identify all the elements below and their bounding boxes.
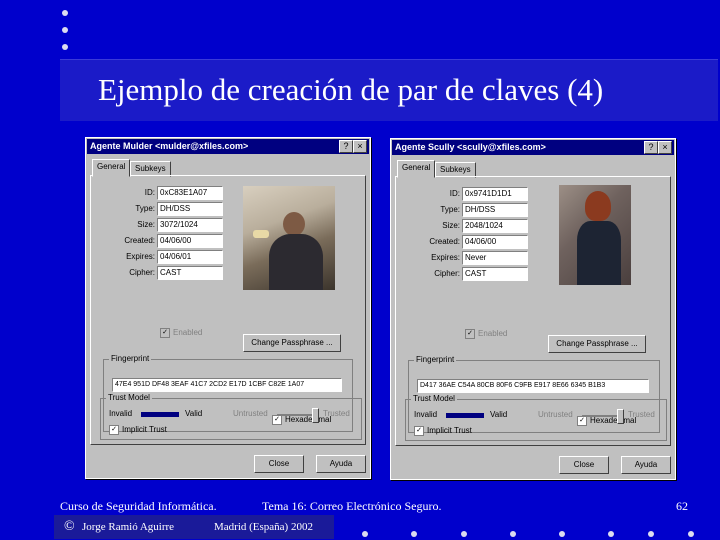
footer-dot: [411, 531, 417, 537]
footer-dot: [688, 531, 694, 537]
close-button[interactable]: Close: [254, 455, 304, 473]
photo-hair: [585, 191, 611, 221]
created-field: 04/06/00: [157, 234, 223, 248]
copyright-icon: ©: [64, 519, 75, 534]
created-label: Created:: [124, 236, 155, 245]
cipher-label: Cipher:: [434, 269, 460, 278]
valid-label: Valid: [185, 409, 203, 418]
footer-dot: [510, 531, 516, 537]
size-label: Size:: [442, 221, 460, 230]
trusted-label: Trusted: [323, 409, 350, 418]
photo-figure-body: [269, 234, 323, 290]
change-passphrase-button[interactable]: Change Passphrase ...: [243, 334, 341, 352]
footer-dot: [362, 531, 368, 537]
trust-slider-track: [277, 414, 317, 416]
bullet-dot: [62, 27, 68, 33]
untrusted-label: Untrusted: [538, 410, 573, 419]
trust-model-group: Trust Model Invalid Valid Untrusted Trus…: [405, 394, 667, 441]
implicit-trust-label: Implicit Trust: [427, 426, 472, 435]
fingerprint-label: Fingerprint: [109, 354, 152, 363]
id-label: ID:: [449, 189, 460, 198]
trusted-label: Trusted: [628, 410, 655, 419]
created-field: 04/06/00: [462, 235, 528, 249]
implicit-trust-checkbox[interactable]: ✓: [414, 426, 424, 436]
footer-dot: [461, 531, 467, 537]
enabled-label: Enabled: [478, 329, 508, 338]
cipher-field: CAST: [462, 267, 528, 281]
expires-field: Never: [462, 251, 528, 265]
footer-topic: Tema 16: Correo Electrónico Seguro.: [262, 499, 442, 513]
help-title-button[interactable]: ?: [644, 141, 658, 154]
photo-lamp: [253, 230, 269, 238]
footer-dot: [608, 531, 614, 537]
help-button[interactable]: Ayuda: [316, 455, 366, 473]
fingerprint-label: Fingerprint: [414, 355, 457, 364]
size-field: 2048/1024: [462, 219, 528, 233]
implicit-trust-checkbox[interactable]: ✓: [109, 425, 119, 435]
window-titlebar: Agente Scully <scully@xfiles.com>: [392, 140, 674, 155]
invalid-label: Invalid: [414, 410, 438, 419]
close-title-button[interactable]: ×: [658, 141, 672, 154]
key-photo: [243, 186, 335, 290]
key-properties-window-scully: Agente Scully <scully@xfiles.com> ? × Ge…: [390, 138, 676, 480]
footer-course: Curso de Seguridad Informática.: [60, 499, 217, 513]
cipher-field: CAST: [157, 266, 223, 280]
validity-bar: [446, 413, 484, 418]
trust-model-label: Trust Model: [411, 394, 457, 403]
slide-title: Ejemplo de creación de par de claves (4): [98, 72, 604, 107]
expires-label: Expires:: [431, 253, 460, 262]
trust-slider-track: [582, 415, 622, 417]
key-properties-window-mulder: Agente Mulder <mulder@xfiles.com> ? × Ge…: [85, 137, 371, 479]
expires-field: 04/06/01: [157, 250, 223, 264]
type-label: Type:: [135, 204, 155, 213]
footer-dot: [559, 531, 565, 537]
enabled-checkbox: ✓: [160, 328, 170, 338]
tab-general[interactable]: General: [92, 159, 131, 177]
bullet-dot: [62, 44, 68, 50]
invalid-label: Invalid: [109, 409, 133, 418]
type-field: DH/DSS: [157, 202, 223, 216]
trust-slider-thumb[interactable]: [617, 409, 624, 424]
footer-place: Madrid (España) 2002: [214, 521, 313, 533]
size-label: Size:: [137, 220, 155, 229]
window-titlebar: Agente Mulder <mulder@xfiles.com>: [87, 139, 369, 154]
footer-dot: [648, 531, 654, 537]
window-title: Agente Scully <scully@xfiles.com>: [395, 142, 546, 152]
photo-figure: [283, 212, 305, 236]
expires-label: Expires:: [126, 252, 155, 261]
created-label: Created:: [429, 237, 460, 246]
change-passphrase-button[interactable]: Change Passphrase ...: [548, 335, 646, 353]
trust-model-label: Trust Model: [106, 393, 152, 402]
enabled-checkbox: ✓: [465, 329, 475, 339]
type-field: DH/DSS: [462, 203, 528, 217]
valid-label: Valid: [490, 410, 508, 419]
id-field: 0xC83E1A07: [157, 186, 223, 200]
tab-general[interactable]: General: [397, 160, 436, 178]
cipher-label: Cipher:: [129, 268, 155, 277]
validity-bar: [141, 412, 179, 417]
bullet-dot: [62, 10, 68, 16]
type-label: Type:: [440, 205, 460, 214]
footer-author: Jorge Ramió Aguirre: [82, 521, 175, 533]
photo-body: [577, 221, 621, 285]
help-title-button[interactable]: ?: [339, 140, 353, 153]
id-field: 0x9741D1D1: [462, 187, 528, 201]
help-button[interactable]: Ayuda: [621, 456, 671, 474]
implicit-trust-label: Implicit Trust: [122, 425, 167, 434]
id-label: ID:: [144, 188, 155, 197]
page-number: 62: [676, 499, 688, 513]
window-title: Agente Mulder <mulder@xfiles.com>: [90, 141, 249, 151]
close-title-button[interactable]: ×: [353, 140, 367, 153]
fingerprint-field: 47E4 951D DF48 3EAF 41C7 2CD2 E17D 1CBF …: [112, 378, 342, 392]
trust-model-group: Trust Model Invalid Valid Untrusted Trus…: [100, 393, 362, 440]
fingerprint-field: D417 36AE C54A 80CB 80F6 C9FB E917 8E66 …: [417, 379, 649, 393]
enabled-label: Enabled: [173, 328, 203, 337]
close-button[interactable]: Close: [559, 456, 609, 474]
key-photo: [559, 185, 631, 285]
trust-slider-thumb[interactable]: [312, 408, 319, 423]
size-field: 3072/1024: [157, 218, 223, 232]
untrusted-label: Untrusted: [233, 409, 268, 418]
